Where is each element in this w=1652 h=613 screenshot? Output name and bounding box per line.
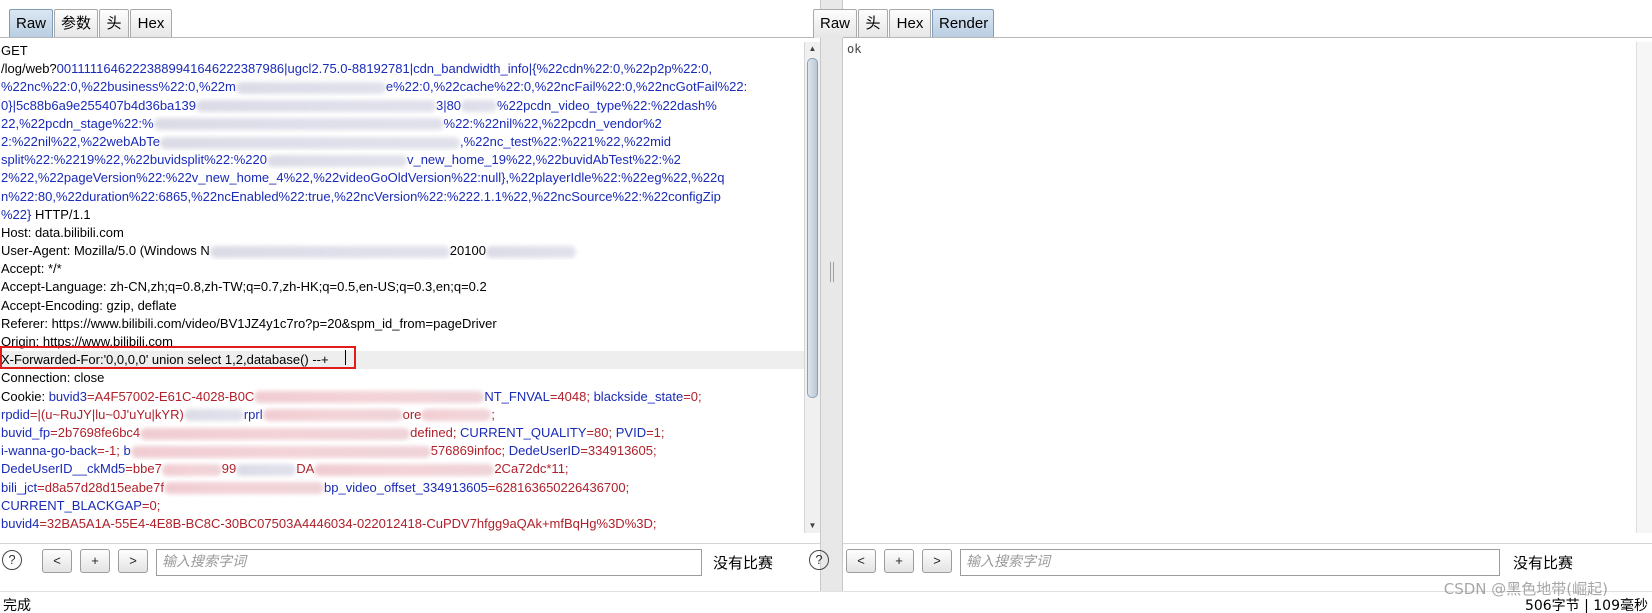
cookie-line: buvid_fp=2b7698fe6bc4 defined; CURRENT_QU… bbox=[1, 424, 665, 440]
request-line: %22nc%22:0,%22business%22:0,%22m e%22:0,%… bbox=[1, 79, 748, 95]
response-tab-hex[interactable]: Hex bbox=[889, 9, 931, 38]
request-find-bar: ? < + > 输入搜索字词 没有比赛 bbox=[0, 543, 820, 591]
watermark: CSDN @黑色地带(崛起) bbox=[1443, 580, 1608, 598]
request-line: Accept-Language: zh-CN,zh;q=0.8,zh-TW;q=… bbox=[1, 279, 487, 295]
cookie-line: bili_jct=d8a57d28d15eabe7f bp_video_offse… bbox=[1, 479, 630, 495]
request-line: n%22:80,%22duration%22:6865,%22ncEnabled… bbox=[1, 188, 721, 204]
match-status: 没有比赛 bbox=[1513, 554, 1574, 572]
request-line: Accept: */* bbox=[1, 261, 62, 277]
response-tab-headers[interactable]: 头 bbox=[858, 9, 888, 38]
request-line: 2%22,%22pageVersion%22:%22v_new_home_4%2… bbox=[1, 170, 725, 186]
request-tab-params[interactable]: 参数 bbox=[54, 9, 98, 38]
find-prev-button[interactable]: < bbox=[42, 549, 72, 573]
request-tab-raw[interactable]: Raw bbox=[9, 9, 53, 38]
response-scrollbar[interactable] bbox=[1636, 42, 1652, 533]
status-text: 完成 bbox=[3, 598, 31, 613]
request-line: GET bbox=[1, 43, 28, 58]
splitter-grip[interactable] bbox=[830, 262, 834, 282]
request-line: User-Agent: Mozilla/5.0 (Windows N 20100 bbox=[0, 242, 804, 260]
request-pane: Raw 参数 头 Hex GET /log/web?00111116462223… bbox=[0, 0, 820, 591]
find-prev-button[interactable]: < bbox=[846, 549, 876, 573]
cookie-line: buvid4=32BA5A1A-55E4-4E8B-BC8C-30BC07503… bbox=[1, 515, 657, 531]
cookie-line: DedeUserID__ckMd5=bbe7 99 DA 2Ca72dc*11; bbox=[1, 461, 569, 477]
scroll-up-icon[interactable]: ▲ bbox=[805, 42, 820, 56]
cookie-line: rpdid=|(u~RuJY|lu~0J'uYu|kYR) rprl ore; bbox=[1, 406, 496, 422]
match-status: 没有比赛 bbox=[713, 554, 774, 572]
cookie-line: CURRENT_BLACKGAP=0; bbox=[1, 497, 161, 513]
request-tab-headers[interactable]: 头 bbox=[99, 9, 129, 38]
search-input[interactable]: 输入搜索字词 bbox=[156, 549, 702, 576]
request-line: Connection: close bbox=[1, 370, 105, 386]
find-add-button[interactable]: + bbox=[80, 549, 110, 573]
cookie-line: i-wanna-go-back=-1; b 576869infoc; DedeUs… bbox=[1, 443, 657, 459]
cookie-line: Cookie: buvid3=A4F57002-E61C-4028-B0C NT_… bbox=[1, 388, 702, 404]
request-line: %22} HTTP/1.1 bbox=[1, 206, 91, 222]
status-bar: 完成 506字节 | 109毫秒 bbox=[0, 591, 1652, 613]
response-render-view: ok bbox=[843, 42, 1636, 533]
request-line: /log/web?0011111646222388994164622238798… bbox=[1, 61, 713, 77]
response-body-text: ok bbox=[847, 42, 862, 56]
sqli-highlight-box bbox=[0, 346, 356, 369]
find-next-button[interactable]: > bbox=[922, 549, 952, 573]
request-line: Referer: https://www.bilibili.com/video/… bbox=[1, 315, 497, 331]
help-icon[interactable]: ? bbox=[809, 550, 829, 570]
search-input[interactable]: 输入搜索字词 bbox=[960, 549, 1500, 576]
find-next-button[interactable]: > bbox=[118, 549, 148, 573]
response-tabbar: Raw 头 Hex Render bbox=[813, 0, 1652, 38]
response-pane: Raw 头 Hex Render ok ? < + > 输入搜索字词 没有比赛 bbox=[809, 0, 1652, 591]
request-line: Accept-Encoding: gzip, deflate bbox=[1, 297, 177, 313]
request-line: 0}|5c88b6a9e255407b4d36ba139 3|80 %22pcdn_… bbox=[1, 97, 717, 113]
pane-splitter[interactable] bbox=[820, 0, 843, 591]
find-add-button[interactable]: + bbox=[884, 549, 914, 573]
text-caret bbox=[345, 350, 346, 365]
request-line: Host: data.bilibili.com bbox=[1, 224, 124, 240]
request-tabbar: Raw 参数 头 Hex bbox=[0, 0, 820, 38]
scroll-thumb[interactable] bbox=[807, 58, 818, 398]
request-tab-hex[interactable]: Hex bbox=[130, 9, 172, 38]
request-scrollbar[interactable]: ▲ ▼ bbox=[804, 42, 820, 533]
response-tab-render[interactable]: Render bbox=[932, 9, 994, 38]
request-line: 22,%22pcdn_stage%22:% %22:%22nil%22,%22pc… bbox=[1, 115, 662, 131]
response-tab-raw[interactable]: Raw bbox=[813, 9, 857, 38]
request-line: 2:%22nil%22,%22webAbTe ,%22nc_test%22:%22… bbox=[1, 133, 672, 149]
request-line: split%22:%2219%22,%22buvidsplit%22:%220 v… bbox=[1, 152, 681, 168]
help-icon[interactable]: ? bbox=[2, 550, 22, 570]
scroll-down-icon[interactable]: ▼ bbox=[805, 519, 820, 533]
request-editor[interactable]: GET /log/web?001111164622238899416462223… bbox=[0, 42, 804, 533]
